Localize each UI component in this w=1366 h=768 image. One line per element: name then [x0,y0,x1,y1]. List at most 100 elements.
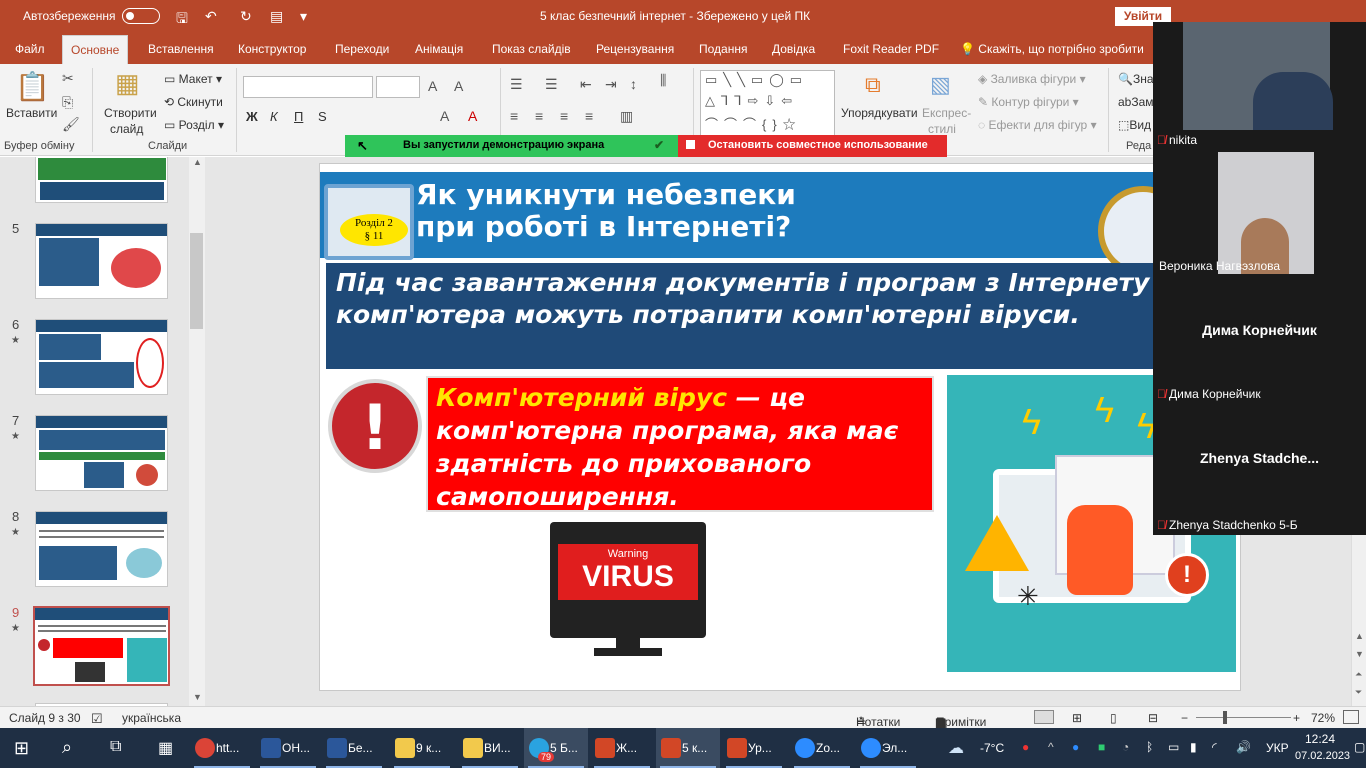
tell-me-search[interactable]: 💡 Скажіть, що потрібно зробити [960,42,1144,56]
volume-icon[interactable]: 🔊 [1236,740,1251,754]
redo-icon[interactable]: ↻ [240,8,252,25]
slide-thumbnail-4[interactable] [35,157,168,203]
align-left-icon[interactable]: ≡ [510,108,518,124]
share-status[interactable]: ↖ Вы запустили демонстрацию экрана ✔ [345,135,678,157]
align-right-icon[interactable]: ≡ [560,108,568,124]
slide-thumbnail-6[interactable] [35,319,168,395]
shape-fill-button[interactable]: ◈ Заливка фігури ▾ [978,72,1086,86]
slide-thumbnail-panel[interactable]: 5 6 ★ 7 ★ 8 ★ 9 ★ [0,157,205,706]
taskbar-item-chrome[interactable]: htt... [190,728,254,768]
replace-button[interactable]: abЗам [1118,95,1154,109]
text-direction-icon[interactable]: ⫼ [660,72,666,89]
search-icon[interactable]: ⌕ [62,737,72,758]
reading-view-icon[interactable]: ▯ [1110,711,1117,725]
justify-icon[interactable]: ≡ [585,108,593,124]
language-indicator[interactable]: українська [122,711,181,725]
quick-styles-icon[interactable]: ▧ [930,72,951,98]
bold-button[interactable]: Ж [246,109,258,124]
tab-home[interactable]: Основне [62,35,129,64]
chevron-up-icon[interactable]: ^ [1048,740,1054,754]
italic-button[interactable]: К [270,109,278,124]
zoom-slider-thumb[interactable] [1223,711,1227,724]
customize-qat-icon[interactable]: ▾ [300,8,307,25]
font-color-icon[interactable]: A [468,108,477,124]
decrease-indent-icon[interactable]: ⇤ [580,76,592,93]
find-button[interactable]: 🔍Зна [1118,72,1154,86]
font-size-field[interactable] [376,76,420,98]
clear-format-icon[interactable]: A [440,108,449,124]
slide-thumbnail-7[interactable] [35,415,168,491]
align-center-icon[interactable]: ≡ [535,108,543,124]
zoom-slider-track[interactable] [1196,717,1291,718]
taskbar-item-powerpoint[interactable]: Ж... [590,728,654,768]
definition-box[interactable]: Комп'ютерний вірус — це комп'ютерна прог… [426,376,934,512]
scroll-up-icon[interactable]: ▲ [1355,631,1364,641]
select-button[interactable]: ⬚Вид [1118,118,1151,132]
taskbar-item-word[interactable]: Бе... [322,728,386,768]
zoom-out-icon[interactable]: − [1181,711,1188,725]
scroll-down-icon[interactable]: ▼ [1355,649,1364,659]
quick-styles-button[interactable]: Експрес- [922,106,971,120]
new-slide-icon[interactable]: ▦ [115,68,140,99]
shape-effects-button[interactable]: ◌ Ефекти для фігур ▾ [978,118,1097,132]
arrange-button[interactable]: Упорядкувати [841,106,918,120]
prev-slide-icon[interactable]: ⏶ [1355,669,1362,680]
shape-outline-button[interactable]: ✎ Контур фігури ▾ [978,95,1079,109]
slideshow-icon[interactable]: ⊟ [1148,711,1158,725]
tab-transitions[interactable]: Переходи [335,42,389,56]
spellcheck-icon[interactable]: ☑ [91,711,103,727]
tray-icon[interactable]: ◔ [1122,740,1129,754]
new-slide-label2[interactable]: слайд [110,122,143,136]
quick-styles-label2[interactable]: стилі [928,122,956,136]
increase-indent-icon[interactable]: ⇥ [605,76,617,93]
participant-tile[interactable]: Вероника Нагвэзлова [1153,150,1366,276]
scrollbar-thumb[interactable] [190,233,203,329]
taskbar-item-word[interactable]: ОН... [256,728,320,768]
bluetooth-icon[interactable]: ᛒ [1146,740,1153,754]
taskbar-item-telegram[interactable]: 79 5 Б... [524,728,588,768]
tab-file[interactable]: Файл [15,42,45,56]
slide-thumbnail-8[interactable] [35,511,168,587]
tab-slideshow[interactable]: Показ слайдів [492,42,571,56]
slide-sorter-icon[interactable]: ⊞ [1072,711,1082,725]
weather-temp[interactable]: -7°C [980,741,1004,755]
slide-canvas[interactable]: Розділ 2 § 11 Як уникнути небезпеки при … [319,163,1241,691]
zoom-tray-icon[interactable]: ● [1072,740,1079,754]
format-painter-icon[interactable]: 🖌 [62,116,80,133]
scroll-down-icon[interactable]: ▼ [193,692,202,702]
copy-icon[interactable]: ⎘ [62,94,73,111]
slide-thumbnail-5[interactable] [35,223,168,299]
calculator-icon[interactable]: ▦ [158,738,173,758]
tab-review[interactable]: Рецензування [596,42,674,56]
new-slide-button[interactable]: Створити [104,106,157,120]
grow-font-icon[interactable]: A [428,78,437,94]
taskbar-item-folder[interactable]: 9 к... [390,728,454,768]
tab-view[interactable]: Подання [699,42,747,56]
tray-icon[interactable]: ■ [1098,740,1105,754]
battery-icon[interactable]: ▮ [1190,740,1197,754]
tab-design[interactable]: Конструктор [238,42,306,56]
zoom-level[interactable]: 72% [1311,711,1335,725]
participant-tile[interactable]: 🎙̸ nikita [1153,22,1366,150]
tray-icon[interactable]: ● [1022,740,1029,754]
participant-tile[interactable]: Дима Корнейчик 🎙̸ Дима Корнейчик [1153,276,1366,404]
font-name-field[interactable] [243,76,373,98]
clock-date[interactable]: 07.02.2023 [1295,750,1350,762]
bullets-icon[interactable]: ☰ [510,76,523,93]
taskbar-item-powerpoint[interactable]: 5 к... [656,728,720,768]
participant-tile[interactable]: Zhenya Stadche... 🎙̸ Zhenya Stadchenko 5-… [1153,404,1366,535]
autosave-toggle[interactable] [122,8,160,24]
fit-to-window-icon[interactable] [1343,710,1359,724]
save-icon[interactable]: 🖫 [176,8,188,32]
taskbar-item-zoom[interactable]: Zo... [790,728,854,768]
slide-thumbnail-9[interactable] [33,606,170,686]
underline-button[interactable]: П [294,109,303,124]
taskbar-item-zoom[interactable]: Эл... [856,728,920,768]
present-from-start-icon[interactable]: ▤ [270,8,283,25]
thumbnail-scrollbar[interactable]: ▲ ▼ [189,157,205,706]
taskbar-item-powerpoint[interactable]: Ур... [722,728,786,768]
layout-button[interactable]: ▭ Макет ▾ [164,72,222,86]
network-icon[interactable]: ▭ [1168,740,1179,754]
zoom-in-icon[interactable]: + [1293,711,1300,725]
notifications-icon[interactable]: ▢ [1354,740,1365,754]
